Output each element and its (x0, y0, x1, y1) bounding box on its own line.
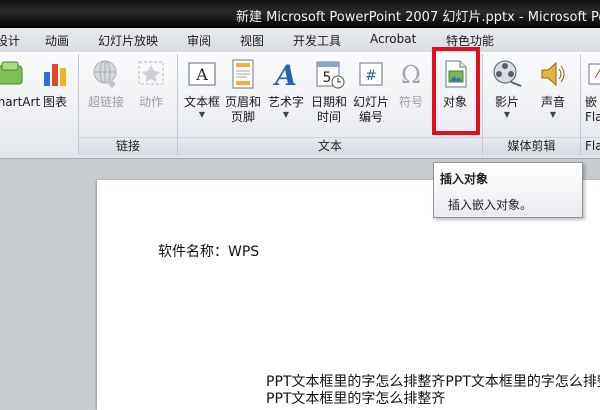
tab-animations[interactable]: 动画 (45, 32, 69, 49)
title-bar: 新建 Microsoft PowerPoint 2007 幻灯片.pptx - … (0, 0, 600, 28)
omega-symbol-icon: Ω (401, 61, 421, 89)
svg-text:#: # (365, 68, 377, 84)
movie-button[interactable]: 影片 ▼ (487, 58, 527, 120)
tab-developer[interactable]: 开发工具 (293, 32, 341, 49)
smartart-button[interactable]: SmartArt (0, 58, 40, 110)
hyperlink-button[interactable]: 超链接 (85, 58, 127, 110)
slide-number-icon: # (359, 62, 383, 86)
insert-object-tooltip: 插入对象 插入嵌入对象。 (433, 162, 583, 218)
bar-chart-icon (44, 64, 66, 86)
embed-flash-button[interactable]: 嵌 Fla (585, 58, 600, 125)
speaker-icon (541, 61, 565, 87)
ribbon: SmartArt 图表 超链接 动作 (0, 52, 600, 159)
wordart-dropdown-arrow-icon: ▼ (282, 110, 290, 119)
tab-review[interactable]: 审阅 (187, 32, 211, 49)
film-reel-icon (493, 60, 522, 87)
hyperlink-globe-icon (93, 60, 117, 88)
group-label-media: 媒体剪辑 (483, 137, 580, 155)
header-footer-button[interactable]: 页眉和 页脚 (224, 58, 262, 125)
textbox-button[interactable]: A 文本框 ▼ (180, 58, 224, 120)
slide-textbox-line[interactable]: PPT文本框里的字怎么排整齐 (266, 388, 445, 408)
tab-view[interactable]: 视图 (240, 32, 264, 49)
sound-button[interactable]: 声音 ▼ (531, 58, 575, 120)
calendar-icon: 5 (316, 61, 345, 89)
group-label-links: 链接 (79, 137, 177, 155)
symbol-button[interactable]: Ω 符号 (392, 58, 430, 110)
software-name-text[interactable]: 软件名称：WPS (158, 241, 259, 261)
group-flash: 嵌 Fla Fla (581, 54, 600, 155)
header-footer-icon (232, 59, 254, 89)
slide-number-button[interactable]: # 幻灯片 编号 (350, 58, 392, 125)
svg-text:5: 5 (323, 70, 332, 86)
group-illustrations: SmartArt 图表 (0, 54, 79, 155)
window-title: 新建 Microsoft PowerPoint 2007 幻灯片.pptx - … (236, 10, 600, 25)
ribbon-tabs: 设计 动画 幻灯片放映 审阅 视图 开发工具 Acrobat 特色功能 (0, 28, 600, 53)
object-button-highlight (432, 47, 480, 135)
tooltip-title: 插入对象 (440, 172, 489, 186)
group-media: 影片 ▼ 声音 ▼ 媒体剪辑 (483, 54, 581, 155)
svg-text:A: A (272, 59, 297, 90)
textbox-icon: A (188, 62, 216, 86)
svg-text:Ω: Ω (401, 61, 421, 89)
movie-dropdown-arrow-icon: ▼ (503, 110, 511, 119)
action-button[interactable]: 动作 (131, 58, 171, 110)
tooltip-description: 插入嵌入对象。 (448, 198, 533, 212)
smartart-icon (0, 61, 23, 85)
group-links: 超链接 动作 链接 (79, 54, 178, 155)
chart-button[interactable]: 图表 (38, 58, 72, 110)
wordart-button[interactable]: A 艺术字 ▼ (264, 58, 308, 120)
flash-embed-icon (588, 63, 600, 85)
action-star-icon (138, 61, 164, 85)
textbox-dropdown-arrow-icon: ▼ (198, 110, 206, 119)
tab-design[interactable]: 设计 (0, 32, 20, 49)
tab-slideshow[interactable]: 幻灯片放映 (98, 32, 158, 49)
svg-text:A: A (195, 65, 208, 84)
group-label-text: 文本 (178, 137, 482, 155)
group-label-flash: Fla (581, 137, 600, 155)
wordart-icon: A (272, 59, 297, 90)
sound-dropdown-arrow-icon: ▼ (549, 110, 557, 119)
datetime-button[interactable]: 5 日期和 时间 (308, 58, 350, 125)
tab-acrobat[interactable]: Acrobat (370, 32, 416, 46)
